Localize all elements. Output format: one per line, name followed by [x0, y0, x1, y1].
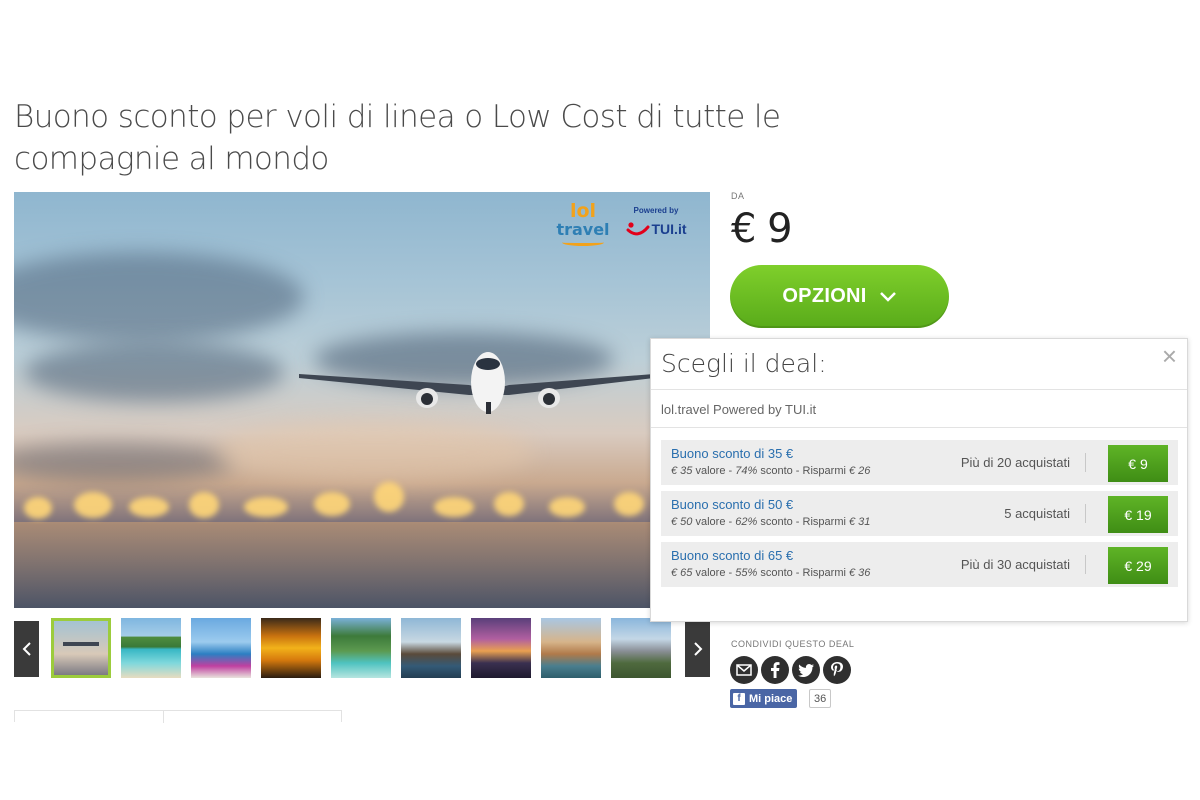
- deal-option-details: € 50 valore - 62% sconto - Risparmi € 31: [671, 516, 871, 528]
- deal-sold-count: Più di 30 acquistati: [960, 557, 1070, 572]
- thumbnail-cathedral[interactable]: [611, 618, 671, 678]
- deal-sold-count: Più di 20 acquistati: [960, 455, 1070, 470]
- lol-logo-text: lol: [569, 200, 597, 222]
- tui-smile-icon: [626, 222, 649, 236]
- like-count: 36: [809, 689, 832, 708]
- email-icon[interactable]: [730, 656, 758, 684]
- deal-option-row[interactable]: Buono sconto di 50 € € 50 valore - 62% s…: [661, 491, 1178, 536]
- facebook-logo-icon: f: [733, 692, 745, 705]
- powered-by-text: Powered by: [633, 206, 679, 215]
- deal-buy-button[interactable]: € 19: [1108, 496, 1168, 533]
- pinterest-icon[interactable]: [823, 656, 851, 684]
- gallery-prev-button[interactable]: [14, 621, 39, 677]
- thumbnail-city-skyline[interactable]: [471, 618, 531, 678]
- deal-option-details: € 65 valore - 55% sconto - Risparmi € 36: [671, 567, 871, 579]
- price-value: € 9: [731, 206, 793, 252]
- lol-travel-logo: lol travel: [555, 202, 611, 246]
- share-label: CONDIVIDI QUESTO DEAL: [731, 639, 855, 649]
- facebook-icon[interactable]: [761, 656, 789, 684]
- deal-buy-button[interactable]: € 29: [1108, 547, 1168, 584]
- deal-options-popup: Scegli il deal: × lol.travel Powered by …: [650, 338, 1188, 622]
- twitter-icon[interactable]: [792, 656, 820, 684]
- popup-title: Scegli il deal:: [661, 349, 827, 378]
- options-label: OPZIONI: [782, 285, 867, 307]
- details-tabs[interactable]: [14, 710, 342, 723]
- like-label: Mi piace: [749, 692, 793, 705]
- share-buttons: [730, 656, 851, 684]
- facebook-like-button[interactable]: f Mi piace: [730, 689, 798, 708]
- from-label: DA: [731, 191, 745, 201]
- chevron-down-icon: [879, 291, 896, 302]
- hero-image: lol travel Powered by TUI.it: [14, 192, 710, 608]
- chevron-right-icon: [693, 642, 702, 656]
- chevron-left-icon: [22, 642, 31, 656]
- thumbnail-airplane[interactable]: [51, 618, 111, 678]
- airplane-icon: [299, 352, 654, 414]
- thumbnail-seaside-flowers[interactable]: [191, 618, 251, 678]
- deal-option-details: € 35 valore - 74% sconto - Risparmi € 26: [671, 465, 871, 477]
- deal-sold-count: 5 acquistati: [1004, 506, 1070, 521]
- deal-option-name[interactable]: Buono sconto di 50 €: [671, 497, 793, 512]
- gallery-next-button[interactable]: [685, 621, 710, 677]
- merchant-label: lol.travel Powered by TUI.it: [661, 402, 817, 417]
- deal-buy-button[interactable]: € 9: [1108, 445, 1168, 482]
- thumbnail-venice[interactable]: [541, 618, 601, 678]
- page-title: Buono sconto per voli di linea o Low Cos…: [14, 99, 781, 177]
- deal-option-row[interactable]: Buono sconto di 35 € € 35 valore - 74% s…: [661, 440, 1178, 485]
- close-icon[interactable]: ×: [1162, 341, 1177, 372]
- travel-logo-text: travel: [556, 220, 610, 239]
- deal-option-name[interactable]: Buono sconto di 65 €: [671, 548, 793, 563]
- thumbnail-sunset[interactable]: [261, 618, 321, 678]
- deal-option-name[interactable]: Buono sconto di 35 €: [671, 446, 793, 461]
- tui-logo-text: TUI.it: [651, 221, 687, 237]
- options-button[interactable]: OPZIONI: [730, 265, 949, 328]
- tui-logo: Powered by TUI.it: [620, 206, 692, 237]
- thumbnail-tropical-beach[interactable]: [121, 618, 181, 678]
- thumbnail-temple[interactable]: [401, 618, 461, 678]
- thumbnail-tropical-resort[interactable]: [331, 618, 391, 678]
- deal-option-row[interactable]: Buono sconto di 65 € € 65 valore - 55% s…: [661, 542, 1178, 587]
